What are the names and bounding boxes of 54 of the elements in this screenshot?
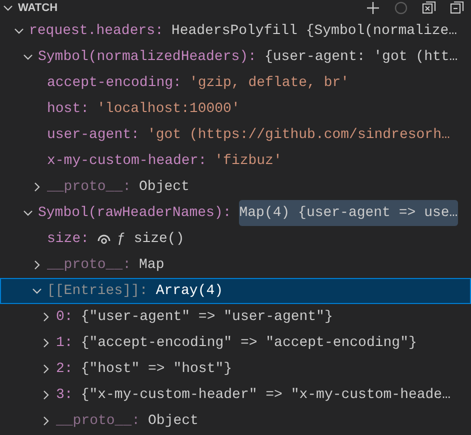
tree-row[interactable]: user-agent: 'got (https://github.com/sindresorh… <box>0 122 471 148</box>
watch-header[interactable]: WATCH <box>0 0 471 16</box>
property-name: Symbol(rawHeaderNames): <box>38 204 232 223</box>
tree-row[interactable]: request.headers: HeadersPolyfill {Symbol(normalize… <box>0 18 471 44</box>
tree-row[interactable]: 1: {"accept-encoding" => "accept-encoding"} <box>0 330 471 356</box>
property-name: Symbol(normalizedHeaders): <box>38 48 256 67</box>
property-value: HeadersPolyfill {Symbol(normalize… <box>171 22 458 41</box>
tree-row[interactable]: __proto__: Object <box>0 174 471 200</box>
collapse-all-icon[interactable] <box>449 0 465 16</box>
property-name: __proto__: <box>47 256 132 275</box>
property-value: 'gzip, deflate, br' <box>189 74 350 93</box>
tree-row[interactable]: __proto__: Map <box>0 252 471 278</box>
tree-row[interactable]: __proto__: Object <box>0 408 471 434</box>
eye-icon[interactable] <box>97 232 112 246</box>
property-name: 2: <box>56 360 73 379</box>
tree-row[interactable]: size: ƒ size() <box>0 226 471 252</box>
property-value: Array(4) <box>156 282 224 301</box>
property-name: 1: <box>56 334 73 353</box>
plus-icon[interactable] <box>365 0 381 16</box>
tree-row[interactable]: accept-encoding: 'gzip, deflate, br' <box>0 70 471 96</box>
property-value: {"accept-encoding" => "accept-encoding"} <box>80 334 417 353</box>
tree-row[interactable]: x-my-custom-header: 'fizbuz' <box>0 148 471 174</box>
property-name: 0: <box>56 308 73 327</box>
property-name: __proto__: <box>56 412 140 431</box>
tree-row[interactable]: Symbol(normalizedHeaders): {user-agent: 'got (htt… <box>0 44 471 70</box>
tree-row[interactable]: 0: {"user-agent" => "user-agent"} <box>0 304 471 330</box>
property-name: [[Entries]]: <box>47 282 148 301</box>
property-name: request.headers: <box>29 22 164 41</box>
property-name: x-my-custom-header: <box>47 152 207 171</box>
property-value: 'got (https://github.com/sindresorh… <box>147 126 450 145</box>
tree-row[interactable]: 3: {"x-my-custom-header" => "x-my-custom-heade… <box>0 382 471 408</box>
property-value: Object <box>148 412 198 431</box>
property-name: 3: <box>56 386 73 405</box>
property-value: ƒ size() <box>117 230 184 249</box>
property-value: {"user-agent" => "user-agent"} <box>80 308 333 327</box>
property-name: host: <box>47 100 90 119</box>
property-value: Map(4) {user-agent => use… <box>239 200 458 226</box>
property-value: {"x-my-custom-header" => "x-my-custom-heade… <box>80 386 450 405</box>
property-value: 'localhost:10000' <box>97 100 240 119</box>
property-value: Object <box>139 178 190 197</box>
section-title: WATCH <box>18 0 58 16</box>
property-value: 'fizbuz' <box>214 152 282 171</box>
tree-row[interactable]: [[Entries]]: Array(4) <box>0 278 471 304</box>
property-name: accept-encoding: <box>47 74 182 93</box>
tree-row[interactable]: Symbol(rawHeaderNames): Map(4) {user-agent => use… <box>0 200 471 226</box>
property-name: __proto__: <box>47 178 132 197</box>
property-value: Map <box>139 256 164 275</box>
close-all-icon[interactable] <box>421 0 437 16</box>
property-value: {user-agent: 'got (htt… <box>264 48 458 67</box>
tree-row[interactable]: 2: {"host" => "host"} <box>0 356 471 382</box>
tree-row[interactable]: host: 'localhost:10000' <box>0 96 471 122</box>
property-value: {"host" => "host"} <box>80 360 232 379</box>
property-name: size: <box>47 230 90 249</box>
property-name: user-agent: <box>47 126 140 145</box>
